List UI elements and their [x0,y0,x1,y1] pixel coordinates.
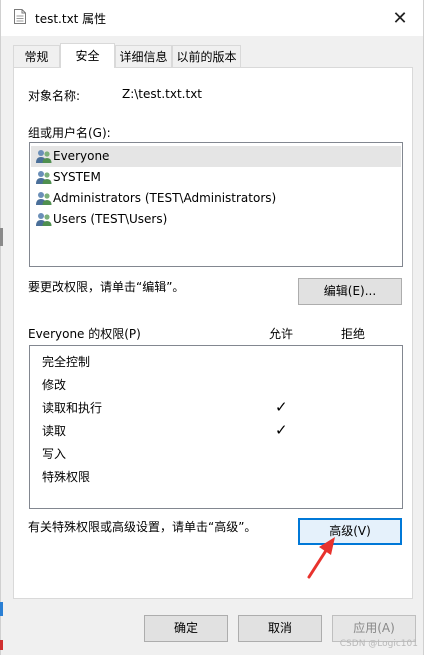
users-group-icon [36,213,52,226]
permission-name: 写入 [42,447,67,461]
permissions-list[interactable]: 完全控制 修改 读取和执行 ✓ 读取 ✓ 写入 特殊权限 [29,345,403,509]
edit-button[interactable]: 编辑(E)... [298,278,402,305]
user-item-system[interactable]: SYSTEM [31,167,401,188]
properties-dialog: test.txt 属性 ✕ 常规 安全 详细信息 以前的版本 对象名称: Z:\… [0,0,424,655]
permission-name: 修改 [42,378,67,392]
tab-previous-versions[interactable]: 以前的版本 [172,45,241,67]
users-group-icon [36,192,52,205]
object-name-label: 对象名称: [28,89,81,103]
user-name: Users (TEST\Users) [53,212,168,226]
permission-row: 读取和执行 ✓ [30,396,402,419]
user-name: Everyone [53,149,110,163]
object-name-value: Z:\test.txt.txt [122,87,203,101]
cancel-button[interactable]: 取消 [238,615,322,642]
users-listbox[interactable]: Everyone SYSTEM Administrators (TEST\Adm… [29,142,403,267]
permission-row: 读取 ✓ [30,419,402,442]
title-bar[interactable]: test.txt 属性 ✕ [1,0,423,36]
user-name: Administrators (TEST\Administrators) [53,191,277,205]
permissions-label: Everyone 的权限(P) [28,327,141,341]
window-title: test.txt 属性 [35,12,107,26]
permission-name: 读取 [42,424,67,438]
tab-general[interactable]: 常规 [13,45,60,67]
close-icon: ✕ [392,7,408,29]
advanced-settings-hint: 有关特殊权限或高级设置，请单击“高级”。 [28,520,257,534]
change-permissions-hint: 要更改权限，请单击“编辑”。 [28,280,185,294]
file-icon [14,9,26,24]
permission-name: 读取和执行 [42,401,103,415]
allow-column-header: 允许 [269,327,294,341]
user-item-everyone[interactable]: Everyone [31,146,401,167]
close-button[interactable]: ✕ [377,0,423,36]
users-group-icon [36,150,52,163]
background-window-edge [0,228,3,246]
permission-row: 修改 [30,373,402,396]
user-item-administrators[interactable]: Administrators (TEST\Administrators) [31,188,401,209]
permission-name: 完全控制 [42,355,91,369]
permission-row: 特殊权限 [30,465,402,488]
groups-label: 组或用户名(G): [28,126,111,140]
tab-details[interactable]: 详细信息 [115,45,172,67]
tab-security[interactable]: 安全 [60,43,115,68]
users-group-icon [36,171,52,184]
watermark: CSDN @Logic101 [339,639,418,649]
security-panel: 对象名称: Z:\test.txt.txt 组或用户名(G): Everyone… [13,67,413,599]
user-name: SYSTEM [53,170,101,184]
user-item-users[interactable]: Users (TEST\Users) [31,209,401,230]
ok-button[interactable]: 确定 [144,615,228,642]
permission-row: 完全控制 [30,350,402,373]
background-window-edge [0,640,3,650]
allow-check-icon: ✓ [275,398,288,416]
permission-name: 特殊权限 [42,470,91,484]
deny-column-header: 拒绝 [341,327,366,341]
apply-button[interactable]: 应用(A) [332,615,416,642]
background-window-edge [0,602,3,616]
permission-row: 写入 [30,442,402,465]
allow-check-icon: ✓ [275,421,288,439]
annotation-arrow-icon [307,537,335,579]
